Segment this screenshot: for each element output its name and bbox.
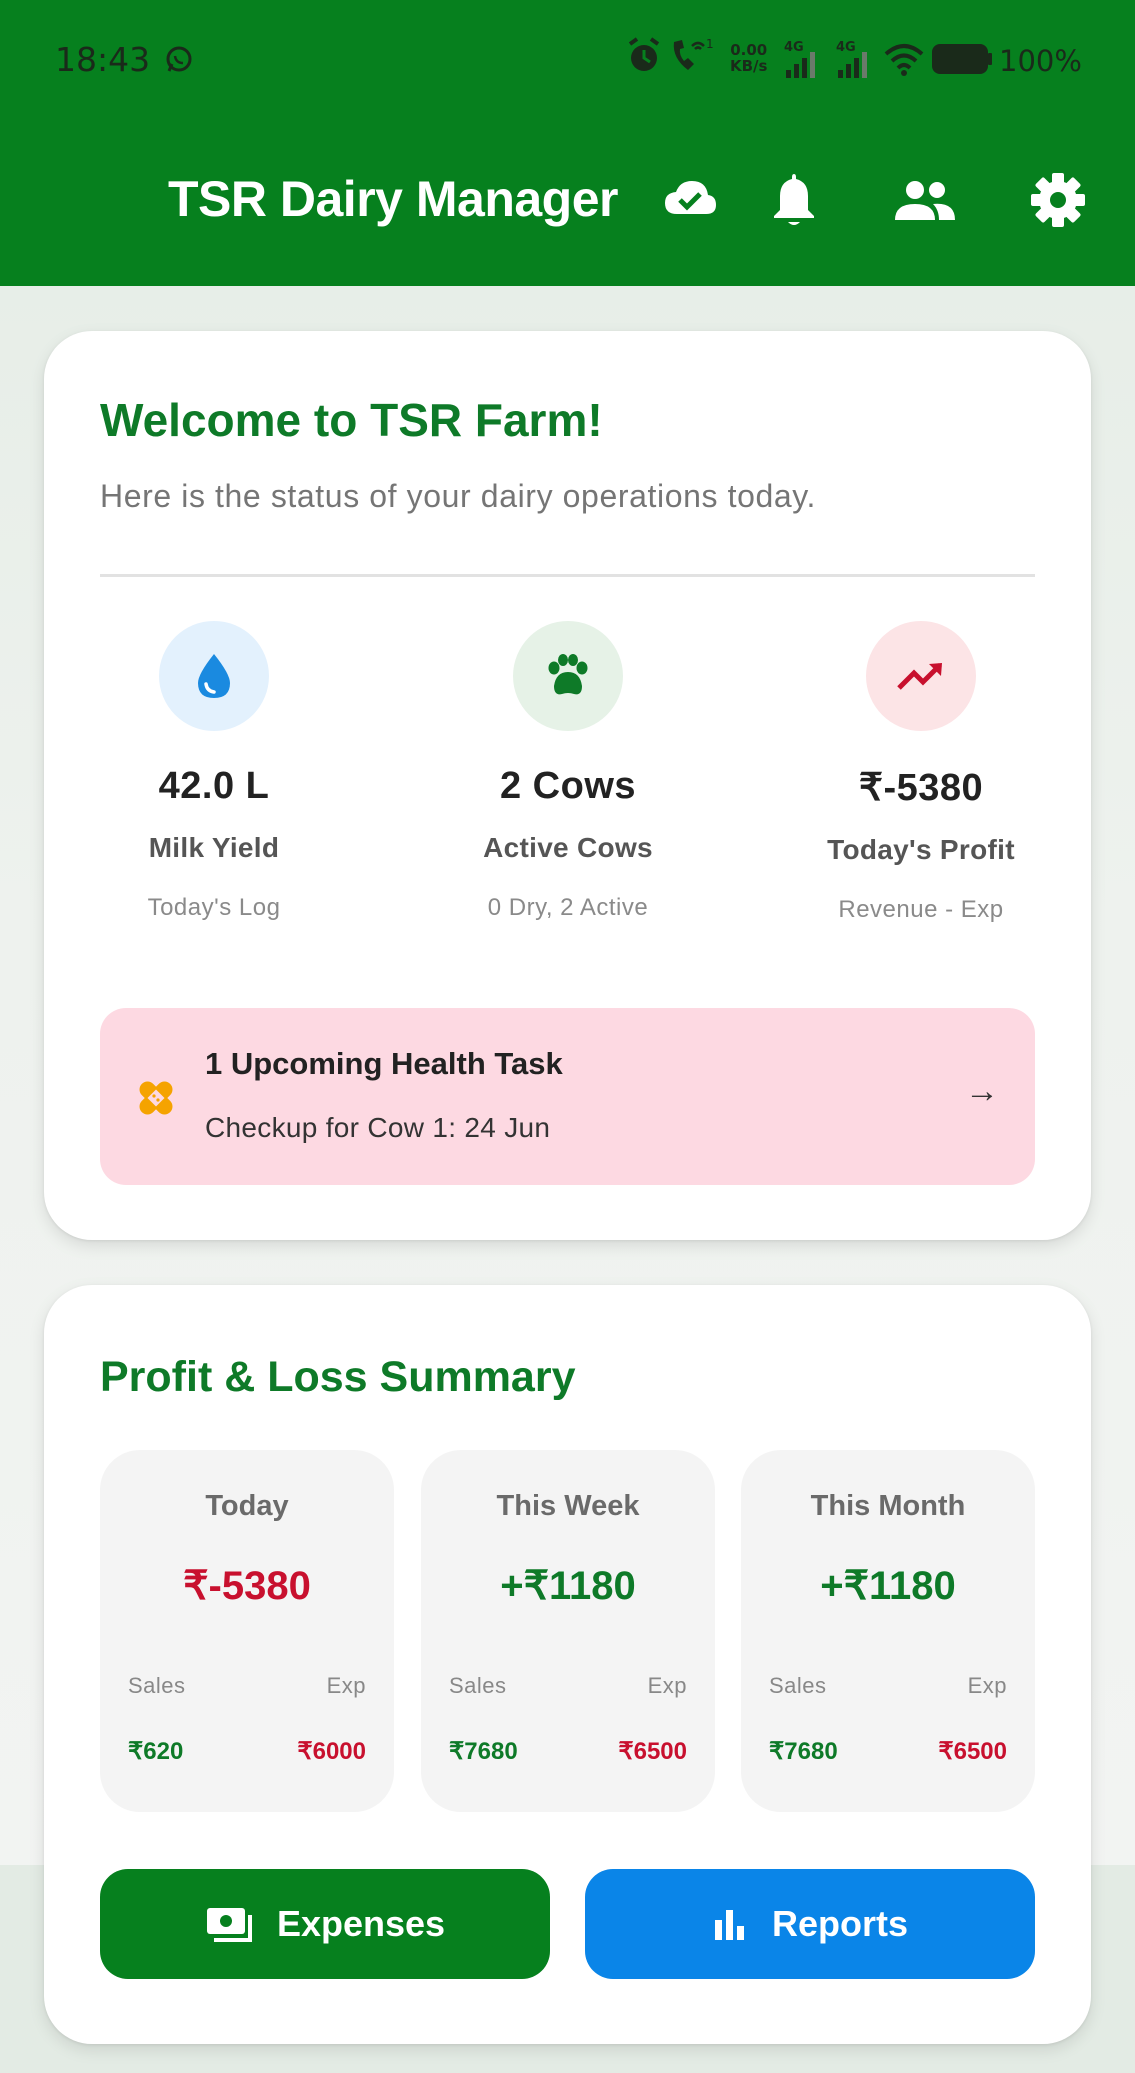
app-title: TSR Dairy Manager (168, 171, 618, 227)
period-net: +₹1180 (820, 1564, 956, 1608)
money-icon (206, 1908, 252, 1942)
sales-label: Sales (449, 1673, 507, 1698)
stat-milk-yield[interactable]: 42.0 L Milk Yield Today's Log (64, 621, 364, 922)
milk-yield-label: Milk Yield (148, 832, 280, 863)
health-task-banner[interactable]: 1 Upcoming Health Task Checkup for Cow 1… (100, 1008, 1035, 1185)
period-this-week[interactable]: This Week +₹1180 Sales Exp ₹7680 ₹6500 (421, 1450, 715, 1812)
cloud-sync-icon[interactable] (663, 178, 717, 218)
period-name: This Week (496, 1490, 640, 1522)
network-type-1: 4G (784, 40, 804, 55)
exp-value: ₹6000 (297, 1738, 366, 1765)
people-icon[interactable] (893, 178, 957, 222)
battery-percent: 100% (999, 44, 1082, 78)
sales-value: ₹7680 (449, 1738, 518, 1765)
stat-todays-profit[interactable]: ₹-5380 Today's Profit Revenue - Exp (771, 621, 1071, 924)
battery-icon (932, 44, 992, 79)
notification-bell-icon[interactable] (770, 170, 818, 228)
signal-1: 4G (784, 40, 818, 85)
milk-yield-value: 42.0 L (158, 765, 270, 807)
network-type-2: 4G (836, 40, 856, 55)
milk-yield-sub: Today's Log (147, 894, 281, 921)
alarm-icon (626, 36, 662, 81)
svg-text:1: 1 (706, 37, 714, 51)
net-speed-unit: KB/s (730, 57, 768, 75)
bandage-icon (134, 1076, 178, 1125)
period-net: ₹-5380 (183, 1564, 311, 1608)
sales-value: ₹620 (128, 1738, 184, 1765)
exp-label: Exp (967, 1673, 1007, 1698)
active-cows-sub: 0 Dry, 2 Active (487, 894, 649, 921)
active-cows-value: 2 Cows (499, 765, 637, 807)
reports-button[interactable]: Reports (585, 1869, 1035, 1979)
whatsapp-icon (164, 44, 194, 79)
trending-up-icon (866, 621, 976, 731)
arrow-right-icon: → (965, 1072, 999, 1110)
period-name: Today (205, 1490, 289, 1522)
todays-profit-value: ₹-5380 (858, 767, 984, 809)
wifi-call-icon: 1 (668, 36, 714, 81)
settings-gear-icon[interactable] (1030, 172, 1086, 228)
todays-profit-label: Today's Profit (827, 834, 1015, 865)
wifi-icon (884, 42, 924, 81)
status-bar: 18:43 1 0.00 KB/s 4G 4G 100% (0, 0, 1135, 120)
drop-icon (159, 621, 269, 731)
expenses-label: Expenses (276, 1903, 446, 1944)
welcome-title: Welcome to TSR Farm! (100, 394, 603, 446)
sales-value: ₹7680 (769, 1738, 838, 1765)
exp-value: ₹6500 (938, 1738, 1007, 1765)
status-time: 18:43 (55, 40, 151, 79)
active-cows-label: Active Cows (483, 832, 653, 863)
period-name: This Month (810, 1490, 966, 1522)
profit-loss-title: Profit & Loss Summary (100, 1353, 576, 1401)
todays-profit-sub: Revenue - Exp (838, 896, 1004, 923)
app-bar: 18:43 1 0.00 KB/s 4G 4G 100% TSR Dairy M… (0, 0, 1135, 286)
reports-label: Reports (771, 1903, 909, 1944)
bar-chart-icon (714, 1910, 744, 1940)
period-this-month[interactable]: This Month +₹1180 Sales Exp ₹7680 ₹6500 (741, 1450, 1035, 1812)
welcome-subtitle: Here is the status of your dairy operati… (100, 478, 816, 514)
profit-loss-card: Profit & Loss Summary Today ₹-5380 Sales… (44, 1285, 1091, 2044)
net-speed: 0.00 KB/s (730, 42, 767, 74)
exp-label: Exp (647, 1673, 687, 1698)
stat-active-cows[interactable]: 2 Cows Active Cows 0 Dry, 2 Active (418, 621, 718, 922)
welcome-card: Welcome to TSR Farm! Here is the status … (44, 331, 1091, 1240)
paw-icon (513, 621, 623, 731)
divider (100, 574, 1035, 577)
sales-label: Sales (769, 1673, 827, 1698)
exp-value: ₹6500 (618, 1738, 687, 1765)
health-task-detail: Checkup for Cow 1: 24 Jun (205, 1112, 551, 1143)
expenses-button[interactable]: Expenses (100, 1869, 550, 1979)
period-today[interactable]: Today ₹-5380 Sales Exp ₹620 ₹6000 (100, 1450, 394, 1812)
signal-2: 4G (836, 40, 870, 85)
status-icons: 1 0.00 KB/s 4G 4G 100% (626, 36, 1096, 84)
health-task-title: 1 Upcoming Health Task (205, 1046, 563, 1081)
period-net: +₹1180 (500, 1564, 636, 1608)
exp-label: Exp (326, 1673, 366, 1698)
sales-label: Sales (128, 1673, 186, 1698)
